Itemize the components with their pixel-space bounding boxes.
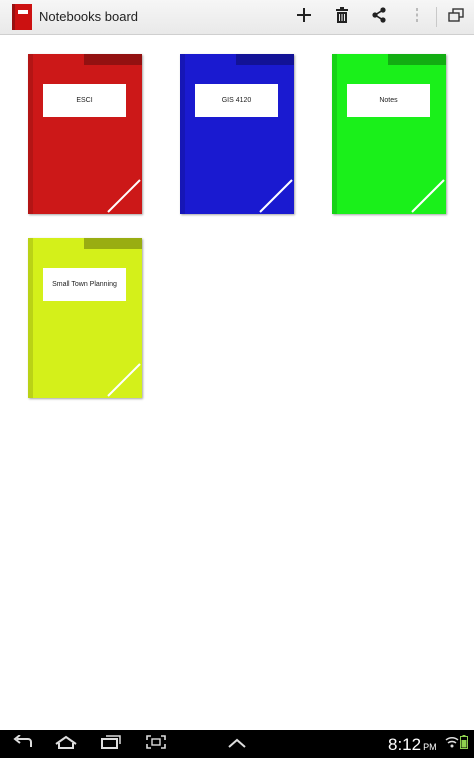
delete-button[interactable] [330,5,354,29]
notebook-tab [236,54,294,65]
notebook-app-icon[interactable] [12,4,32,30]
notebook-notes[interactable]: Notes [332,54,446,214]
screenshot-icon [146,734,166,754]
page-curl-icon [107,179,141,213]
page-curl-icon [411,179,445,213]
add-notebook-button[interactable] [292,5,316,29]
clock-ampm: PM [423,742,437,752]
notebook-label: GIS 4120 [195,84,278,117]
notebook-label: Small Town Planning [43,268,126,301]
wifi-icon [445,735,459,753]
system-nav-bar: 8:12 PM [0,730,474,758]
more-vertical-icon [415,7,419,28]
share-icon [371,6,387,28]
clock-time: 8:12 [388,735,422,754]
back-icon [13,733,33,754]
overflow-menu-button[interactable] [405,5,429,29]
expand-button[interactable] [228,736,246,752]
battery-status [460,734,468,754]
page-title: Notebooks board [39,9,139,24]
battery-icon [460,734,468,754]
recent-apps-button[interactable] [100,734,122,754]
home-icon [54,735,78,754]
screenshot-button[interactable] [146,734,166,754]
multi-window-button[interactable] [444,5,468,29]
share-button[interactable] [367,5,391,29]
notebook-spine [332,54,337,214]
notebook-esci[interactable]: ESCI [28,54,142,214]
notebook-gis-4120[interactable]: GIS 4120 [180,54,294,214]
action-bar-divider [436,7,437,27]
notebook-spine [180,54,185,214]
notebook-tab [388,54,446,65]
notebook-label: ESCI [43,84,126,117]
page-curl-icon [107,363,141,397]
back-button[interactable] [12,733,34,754]
notebook-tab [84,54,142,65]
plus-icon [296,7,312,28]
home-button[interactable] [54,735,78,754]
up-caret-icon [228,735,246,753]
action-bar: Notebooks board [0,0,474,35]
notebook-small-town-planning[interactable]: Small Town Planning [28,238,142,398]
notebook-spine [28,238,33,398]
notebook-tab [84,238,142,249]
wifi-status [445,736,459,752]
page-curl-icon [259,179,293,213]
notebook-spine [28,54,33,214]
multi-window-icon [448,7,464,27]
trash-icon [335,6,349,28]
status-clock: 8:12 PM [388,735,437,755]
notebook-label: Notes [347,84,430,117]
recent-apps-icon [101,734,121,754]
